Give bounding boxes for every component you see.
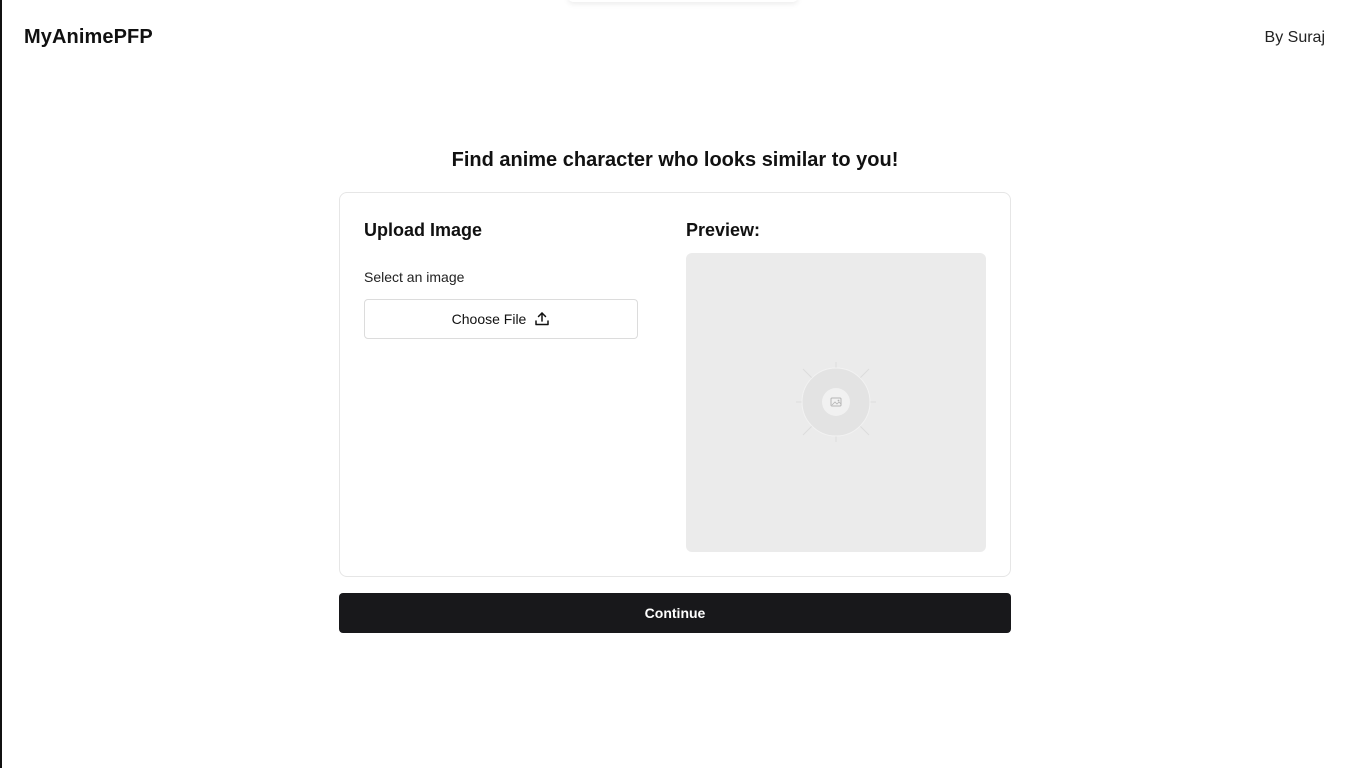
select-image-label: Select an image [364,269,465,285]
image-placeholder-icon [791,357,881,447]
upload-icon [534,311,550,327]
upload-card: Upload Image Select an image Choose File… [339,192,1011,577]
author-credit: By Suraj [1264,29,1325,46]
upload-section-title: Upload Image [364,220,483,240]
image-preview [686,253,986,552]
left-edge-line [0,0,2,768]
choose-file-label: Choose File [451,311,527,327]
page-title: Find anime character who looks similar t… [451,149,899,171]
brand-logo[interactable]: MyAnimePFP [24,26,153,49]
preview-title: Preview: [686,220,761,240]
choose-file-button[interactable]: Choose File [364,299,638,339]
navbar: MyAnimePFP By Suraj [0,0,1349,76]
continue-button[interactable]: Continue [339,593,1011,633]
